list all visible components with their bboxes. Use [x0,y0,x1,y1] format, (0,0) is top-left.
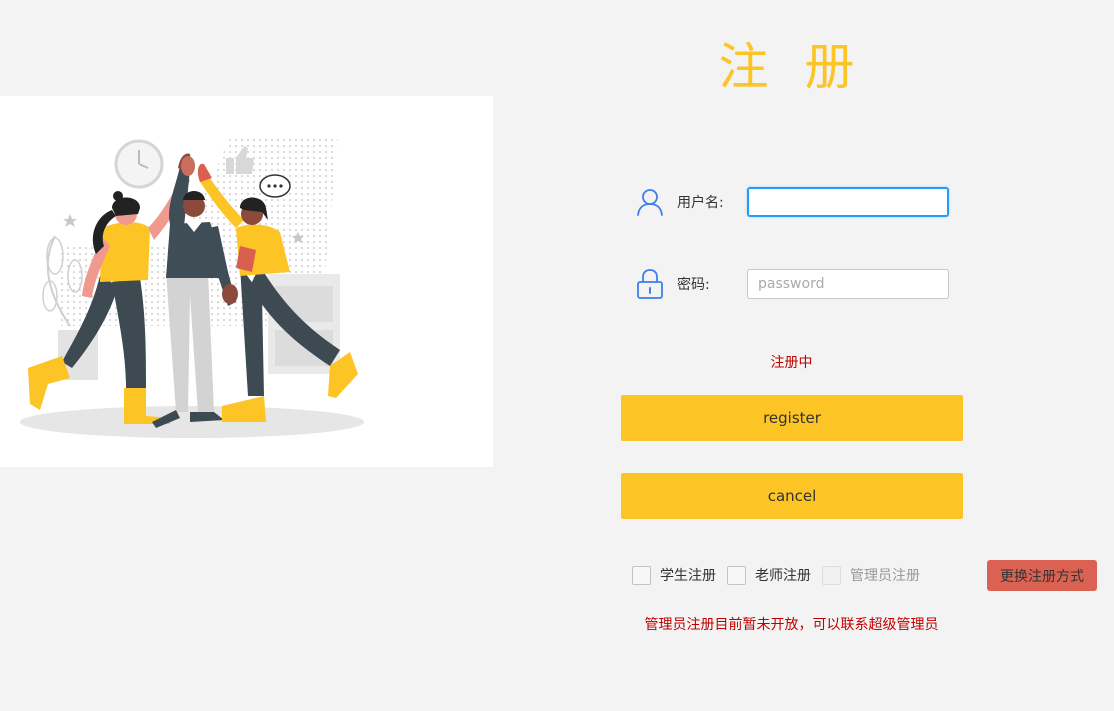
role-teacher-label: 老师注册 [755,568,811,584]
user-icon [634,186,666,218]
role-admin-label: 管理员注册 [850,568,920,584]
role-student-label: 学生注册 [660,568,716,584]
register-button[interactable]: register [621,395,963,441]
status-text: 注册中 [770,355,813,371]
checkbox-box[interactable] [632,565,651,585]
role-admin-checkbox: 管理员注册 [822,565,920,585]
username-row: 用户名: [634,186,949,218]
username-label: 用户名: [677,195,724,211]
password-label: 密码: [677,277,710,293]
team-high-five-illustration [0,96,493,467]
checkbox-box [822,565,841,585]
switch-registration-method-button[interactable]: 更换注册方式 [987,560,1097,591]
checkbox-box[interactable] [727,565,746,585]
role-selector: 学生注册 老师注册 管理员注册 [632,562,931,588]
lock-icon [634,268,666,300]
admin-notice: 管理员注册目前暂未开放，可以联系超级管理员 [644,617,939,633]
password-input[interactable] [747,269,949,299]
page-title: 注 册 [718,38,865,96]
cancel-button[interactable]: cancel [621,473,963,519]
role-teacher-checkbox[interactable]: 老师注册 [727,565,811,585]
username-input[interactable] [747,187,949,217]
role-student-checkbox[interactable]: 学生注册 [632,565,716,585]
password-row: 密码: [634,268,949,300]
